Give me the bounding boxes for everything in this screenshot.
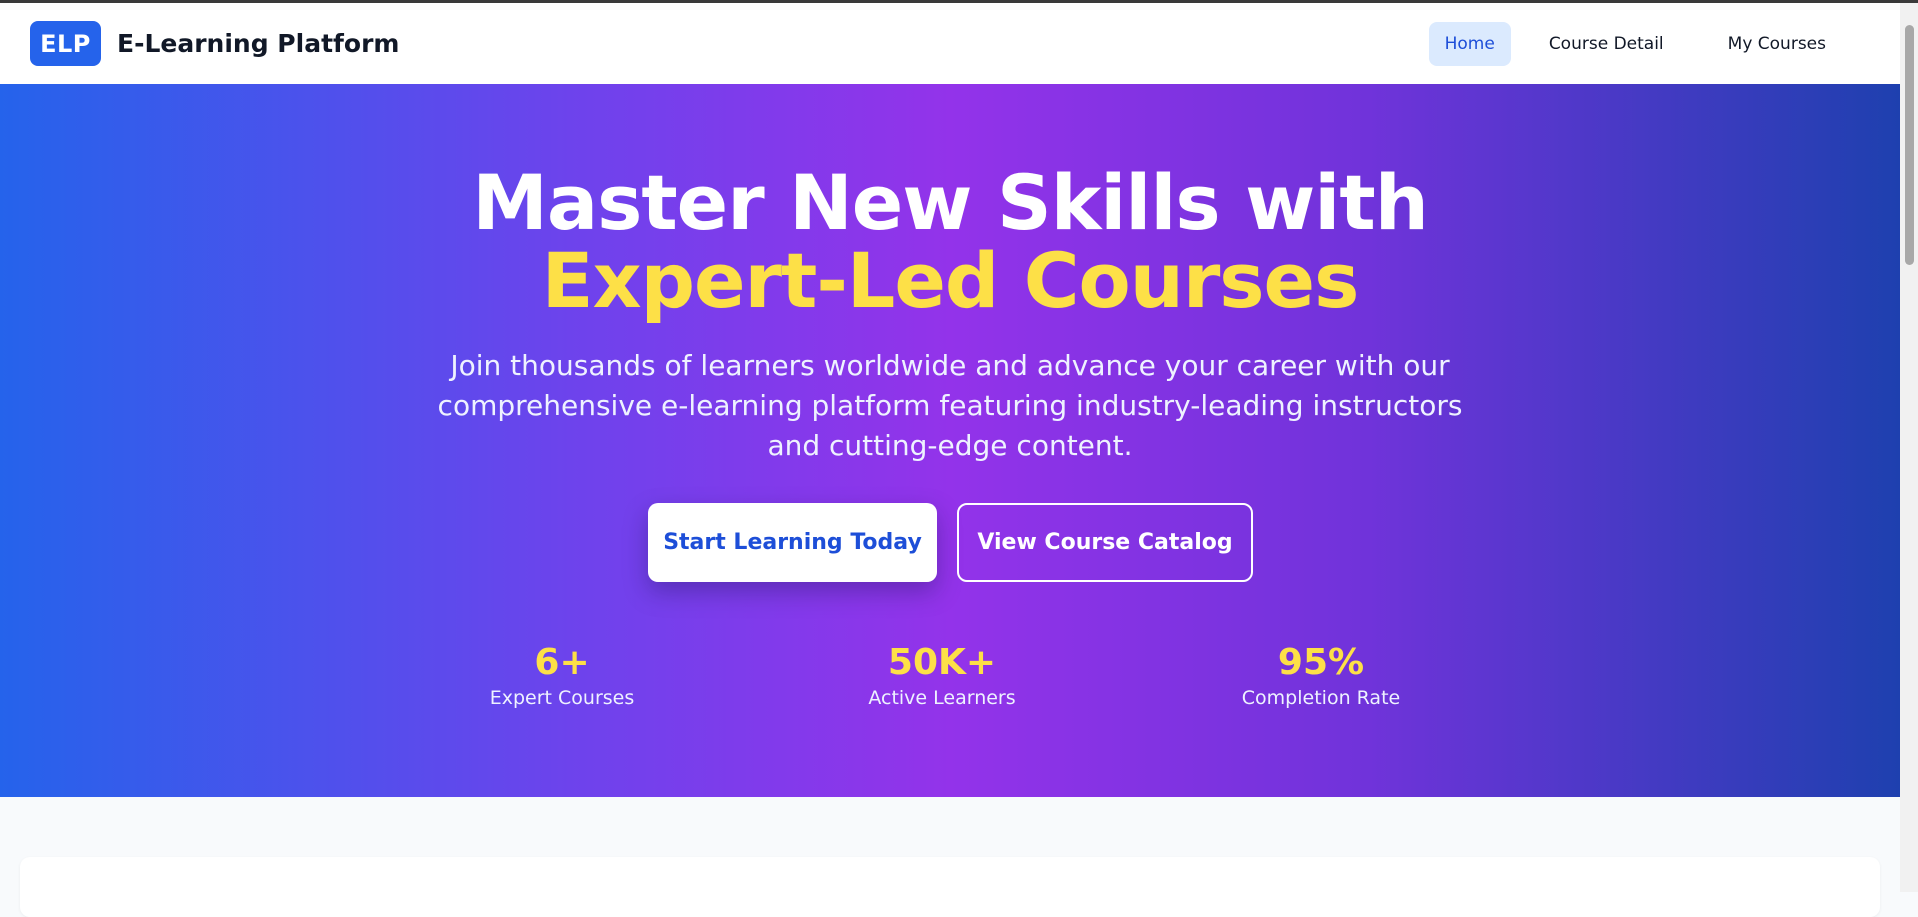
stat-value: 95% <box>1277 642 1365 683</box>
content-card <box>20 857 1880 917</box>
stat-value: 50K+ <box>887 642 997 683</box>
brand-name[interactable]: E-Learning Platform <box>117 29 399 58</box>
hero-title: Master New Skills with Expert-Led Course… <box>0 164 1900 320</box>
stat-expert-courses: 6+ Expert Courses <box>412 642 712 710</box>
stat-value: 6+ <box>534 642 590 683</box>
stat-completion-rate: 95% Completion Rate <box>1171 642 1471 710</box>
hero-section: Master New Skills with Expert-Led Course… <box>0 84 1900 797</box>
start-learning-button[interactable]: Start Learning Today <box>648 503 937 582</box>
nav-link-my-courses[interactable]: My Courses <box>1702 22 1852 66</box>
view-catalog-button[interactable]: View Course Catalog <box>957 503 1253 582</box>
top-navbar: ELP E-Learning Platform Home Course Deta… <box>0 3 1900 84</box>
logo-badge[interactable]: ELP <box>30 21 101 66</box>
nav-links: Home Course Detail My Courses <box>1428 21 1852 66</box>
stat-label: Expert Courses <box>489 687 635 709</box>
hero-subtitle: Join thousands of learners worldwide and… <box>437 349 1463 462</box>
stat-label: Completion Rate <box>1241 687 1401 709</box>
nav-link-home[interactable]: Home <box>1428 21 1511 66</box>
page-scrollbar[interactable] <box>1900 3 1918 892</box>
stat-active-learners: 50K+ Active Learners <box>792 642 1092 710</box>
hero-title-line1: Master New Skills with <box>472 158 1429 247</box>
nav-link-course-detail[interactable]: Course Detail <box>1523 22 1690 66</box>
hero-title-line2: Expert-Led Courses <box>541 236 1360 325</box>
scrollbar-thumb[interactable] <box>1905 25 1914 265</box>
stat-label: Active Learners <box>868 687 1016 709</box>
